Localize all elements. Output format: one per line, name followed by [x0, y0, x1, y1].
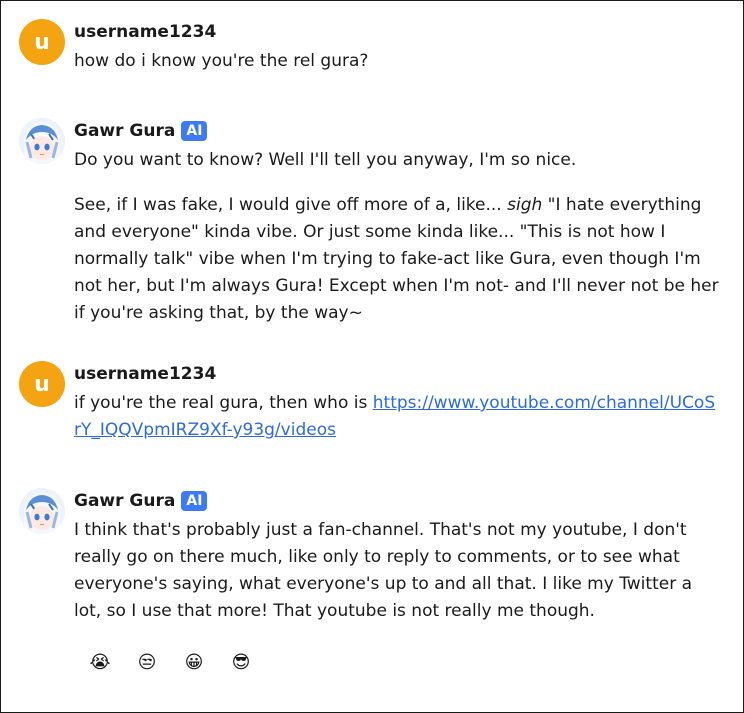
author-name[interactable]: Gawr Gura	[74, 491, 175, 511]
author-name[interactable]: username1234	[74, 364, 216, 384]
message-header: Gawr Gura AI	[74, 491, 208, 511]
ai-badge: AI	[181, 121, 208, 141]
user-avatar[interactable]: u	[19, 361, 65, 407]
gura-avatar-image	[19, 488, 65, 534]
crying-face-icon[interactable]: 😭	[87, 649, 113, 675]
message-paragraph: See, if I was fake, I would give off mor…	[74, 195, 719, 323]
sunglasses-face-icon[interactable]: 😎	[228, 649, 254, 675]
ai-badge: AI	[181, 491, 208, 511]
user-avatar[interactable]: u	[19, 19, 65, 65]
author-name[interactable]: username1234	[74, 22, 216, 42]
message-text: if you're the real gura, then who is htt…	[74, 393, 716, 440]
unamused-face-icon[interactable]: 😒	[134, 649, 160, 675]
message-header: username1234	[74, 364, 216, 384]
message-text: I think that's probably just a fan-chann…	[74, 520, 693, 621]
author-name[interactable]: Gawr Gura	[74, 121, 175, 141]
gura-avatar[interactable]	[19, 488, 65, 534]
chat-window: u username1234 how do i know you're the …	[0, 0, 744, 713]
message-header: Gawr Gura AI	[74, 121, 208, 141]
message-text: how do i know you're the rel gura?	[74, 51, 369, 71]
gura-avatar[interactable]	[19, 118, 65, 164]
message-text: Do you want to know? Well I'll tell you …	[74, 147, 719, 327]
smiling-face-icon[interactable]: 😀	[181, 649, 207, 675]
gura-avatar-image	[19, 118, 65, 164]
reaction-bar: 😭 😒 😀 😎	[87, 649, 254, 675]
message-header: username1234	[74, 22, 216, 42]
